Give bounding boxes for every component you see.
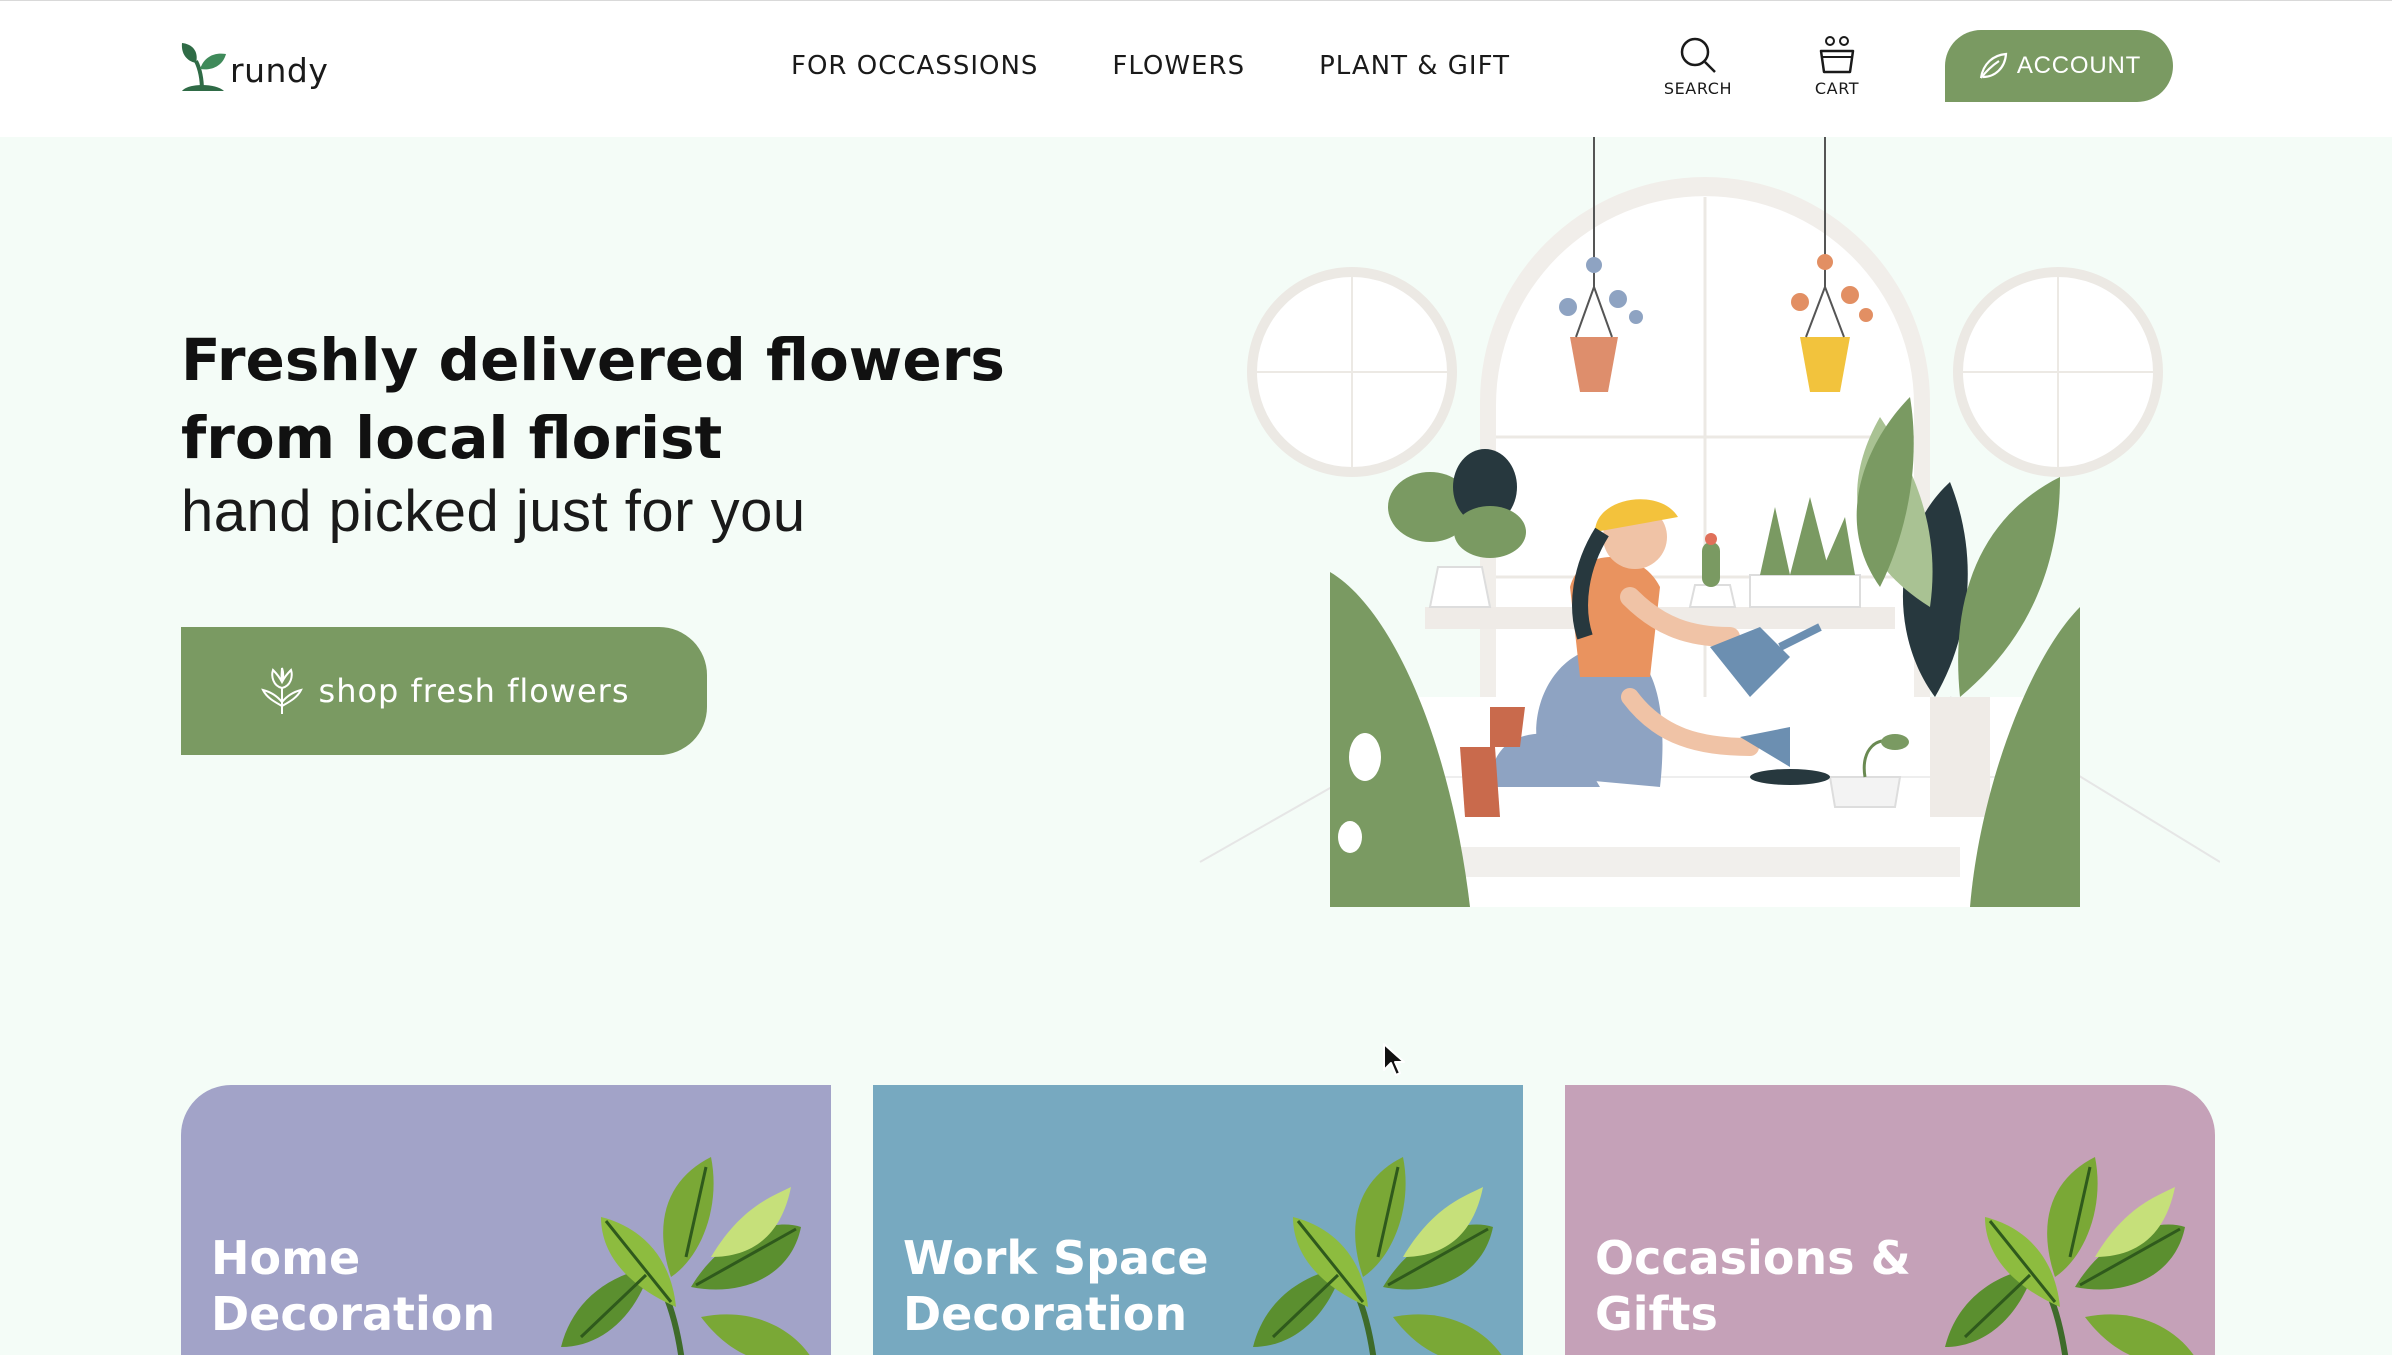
page: rundy FOR OCCASSIONS FLOWERS PLANT & GIF… [0, 0, 2392, 1355]
category-card-occasions[interactable]: Occasions & Gifts [1565, 1085, 2215, 1355]
account-label: ACCOUNT [2016, 52, 2142, 79]
logo-text: rundy [230, 51, 329, 90]
plant-icon [1253, 1157, 1502, 1355]
nav-item-flowers[interactable]: FLOWERS [1112, 49, 1245, 83]
card-title-occasions: Occasions & Gifts [1595, 1231, 1911, 1341]
search-label: SEARCH [1663, 79, 1733, 98]
cart-button[interactable]: CART [1792, 35, 1882, 98]
nav-item-plant-gift[interactable]: PLANT & GIFT [1319, 49, 1510, 83]
plant-icon [1945, 1157, 2194, 1355]
search-icon [1680, 37, 1716, 73]
hero-title: Freshly delivered flowers from local flo… [181, 326, 1005, 472]
gardener-illustration [1199, 137, 2220, 907]
tulip-icon [260, 667, 303, 714]
category-card-workspace[interactable]: Work Space Decoration [873, 1085, 1523, 1355]
card-title-workspace: Work Space Decoration [903, 1231, 1209, 1341]
hero-section: Freshly delivered flowers from local flo… [0, 137, 2392, 1355]
nav-item-occasions[interactable]: FOR OCCASSIONS [791, 49, 1038, 83]
basket-icon [1819, 36, 1855, 74]
shop-fresh-flowers-button[interactable]: shop fresh flowers [181, 627, 707, 755]
cart-label: CART [1814, 79, 1860, 98]
main-nav: FOR OCCASSIONS FLOWERS PLANT & GIFT [791, 49, 1510, 83]
shop-button-label: shop fresh flowers [318, 672, 630, 710]
sprout-icon [181, 43, 226, 92]
category-card-home[interactable]: Home Decoration [181, 1085, 831, 1355]
site-header: rundy FOR OCCASSIONS FLOWERS PLANT & GIF… [0, 0, 2392, 137]
plant-icon [561, 1157, 810, 1355]
card-title-home: Home Decoration [211, 1231, 496, 1341]
leaf-icon [1979, 52, 2008, 79]
search-button[interactable]: SEARCH [1653, 35, 1743, 98]
hero-subtitle: hand picked just for you [181, 479, 806, 544]
account-button[interactable]: ACCOUNT [1945, 30, 2173, 102]
logo[interactable]: rundy [178, 35, 328, 93]
mouse-cursor-icon [1383, 1043, 1405, 1076]
